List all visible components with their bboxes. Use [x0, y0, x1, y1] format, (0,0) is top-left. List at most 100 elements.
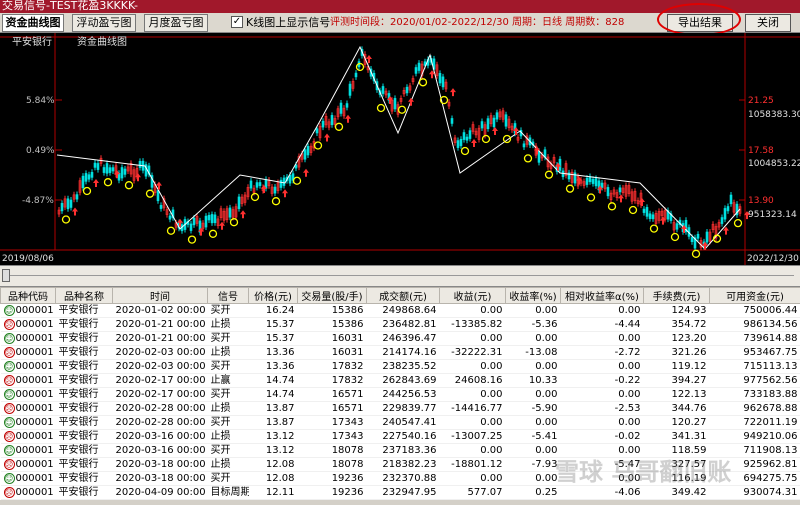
evaluation-period-text: 评测时间段：2020/01/02-2022/12/30 周期：日线 周期数：82…	[330, 17, 625, 28]
table-row[interactable]: ☺ 000001 平安银行 2020-02-03 00:00 买开 13.36 17832 2…	[0, 359, 800, 374]
table-cell: 2020-02-28 00:00	[112, 415, 208, 430]
table-cell: 0.00	[505, 415, 561, 430]
table-cell: 15.37	[248, 317, 298, 332]
table-cell: -5.47	[560, 457, 644, 472]
candle-body	[120, 167, 124, 179]
table-cell: 2020-03-16 00:00	[112, 429, 208, 444]
table-cell: 12.08	[248, 457, 298, 472]
table-cell: 2020-03-16 00:00	[112, 443, 208, 458]
signal-circle	[607, 202, 617, 211]
table-cell: 止赢	[207, 373, 249, 388]
signal-circle	[208, 229, 218, 238]
candle-body	[108, 167, 112, 173]
table-row[interactable]: ☹ 000001 平安银行 2020-01-21 00:00 止损 15.37 15386 2…	[0, 317, 800, 332]
candle-body	[117, 172, 121, 181]
kline-chart[interactable]: 平安银行 资金曲线图 5.84% 0.49% -4.87% 21.25 1058…	[0, 33, 800, 265]
cell-code: 000001	[15, 473, 54, 484]
table-cell: 13.36	[248, 359, 298, 374]
table-cell: 341.31	[643, 429, 710, 444]
table-cell: -18801.12	[439, 457, 506, 472]
column-header[interactable]: 价格(元)	[248, 287, 298, 304]
table-row[interactable]: ☺ 000001 平安银行 2020-01-02 00:00 买开 16.24 15386 2…	[0, 303, 800, 318]
table-cell: 0.00	[439, 443, 506, 458]
candle-body	[492, 117, 496, 128]
signal-circle	[670, 232, 680, 242]
table-row[interactable]: ☺ 000001 平安银行 2020-03-16 00:00 买开 13.12 18078 2…	[0, 443, 800, 458]
horizontal-scrollbar[interactable]	[0, 265, 800, 287]
table-cell: 15386	[297, 317, 367, 332]
signal-arrow	[492, 127, 498, 135]
column-header[interactable]: 品种代码	[0, 287, 56, 304]
signal-circle	[418, 78, 428, 87]
close-button[interactable]: 关闭	[745, 14, 791, 32]
column-header[interactable]: 时间	[112, 287, 208, 304]
column-header[interactable]: 信号	[207, 287, 249, 304]
column-header[interactable]: 收益(元)	[439, 287, 506, 304]
table-cell: 0.00	[505, 471, 561, 486]
table-row[interactable]: ☺ 000001 平安银行 2020-02-28 00:00 买开 13.87 17343 2…	[0, 415, 800, 430]
candle-body	[255, 182, 259, 188]
table-row[interactable]: ☺ 000001 平安银行 2020-03-18 00:00 买开 12.08 19236 2…	[0, 471, 800, 486]
left-axis-label: -4.87%	[22, 196, 54, 206]
table-cell: 122.13	[643, 387, 710, 402]
column-header[interactable]: 成交额(元)	[366, 287, 440, 304]
candle-body	[156, 190, 160, 202]
candle-body	[606, 187, 610, 197]
table-row[interactable]: ☹ 000001 平安银行 2020-02-28 00:00 止损 13.87 16571 2…	[0, 401, 800, 416]
candle-body	[168, 215, 172, 220]
column-header[interactable]: 交易量(股/手)	[297, 287, 367, 304]
cell-code-container: ☹ 000001	[0, 457, 56, 472]
table-cell: 17343	[297, 415, 367, 430]
signal-circle	[334, 122, 344, 131]
cell-code-container: ☹ 000001	[0, 373, 56, 388]
show-signals-checkbox[interactable]: ✓	[231, 16, 243, 28]
table-cell: 16031	[297, 345, 367, 360]
cell-code: 000001	[15, 375, 54, 386]
cell-code-container: ☺ 000001	[0, 331, 56, 346]
chart-canvas: 平安银行 资金曲线图 5.84% 0.49% -4.87% 21.25 1058…	[0, 33, 800, 265]
table-row[interactable]: ☹ 000001 平安银行 2020-03-16 00:00 止损 13.12 17343 2…	[0, 429, 800, 444]
table-cell: 15.37	[248, 331, 298, 346]
export-results-button[interactable]: 导出结果	[667, 14, 733, 32]
tab-capital-curve[interactable]: 资金曲线图	[2, 14, 64, 32]
tab-monthly-pnl[interactable]: 月度盈亏图	[144, 14, 208, 32]
column-header[interactable]: 收益率(%)	[505, 287, 561, 304]
signal-arrow	[240, 210, 246, 219]
table-cell: 16.24	[248, 303, 298, 318]
candle-body	[465, 136, 469, 141]
column-header[interactable]: 可用资金(元)	[709, 287, 800, 304]
table-cell: 930074.31	[709, 485, 800, 500]
frown-icon: ☹	[3, 402, 15, 414]
scroll-thumb[interactable]	[2, 269, 10, 282]
table-row[interactable]: ☹ 000001 平安银行 2020-04-09 00:00 目标周期 12.11 1923…	[0, 485, 800, 500]
candle-body	[81, 175, 85, 189]
frown-icon: ☹	[3, 318, 15, 330]
candle-body	[723, 208, 727, 220]
table-cell: 715113.13	[709, 359, 800, 374]
candle-body	[192, 217, 196, 226]
table-cell: 13.12	[248, 443, 298, 458]
table-row[interactable]: ☹ 000001 平安银行 2020-02-17 00:00 止赢 14.74 17832 2…	[0, 373, 800, 388]
table-row[interactable]: ☺ 000001 平安银行 2020-01-21 00:00 买开 15.37 16031 2…	[0, 331, 800, 346]
table-cell: 739614.88	[709, 331, 800, 346]
signal-arrow	[282, 189, 288, 198]
table-row[interactable]: ☺ 000001 平安银行 2020-02-17 00:00 买开 14.74 16571 2…	[0, 387, 800, 402]
signal-circle	[460, 146, 470, 156]
table-row[interactable]: ☹ 000001 平安银行 2020-03-18 00:00 止损 12.08 18078 2…	[0, 457, 800, 472]
candle-body	[207, 214, 211, 221]
table-cell: 232370.88	[366, 471, 440, 486]
column-header[interactable]: 相对收益率α(%)	[560, 287, 644, 304]
column-header[interactable]: 手续费(元)	[643, 287, 710, 304]
candle-body	[96, 163, 100, 170]
table-cell: -13385.82	[439, 317, 506, 332]
table-row[interactable]: ☹ 000001 平安银行 2020-02-03 00:00 止损 13.36 16031 2…	[0, 345, 800, 360]
table-cell: 平安银行	[55, 317, 113, 332]
table-cell: 平安银行	[55, 303, 113, 318]
cell-code: 000001	[15, 319, 54, 330]
trade-line	[56, 45, 741, 250]
table-cell: -7.93	[505, 457, 561, 472]
tab-floating-pnl[interactable]: 浮动盈亏图	[72, 14, 136, 32]
candle-body	[495, 112, 499, 120]
column-header[interactable]: 品种名称	[55, 287, 113, 304]
signal-circle	[628, 205, 638, 215]
